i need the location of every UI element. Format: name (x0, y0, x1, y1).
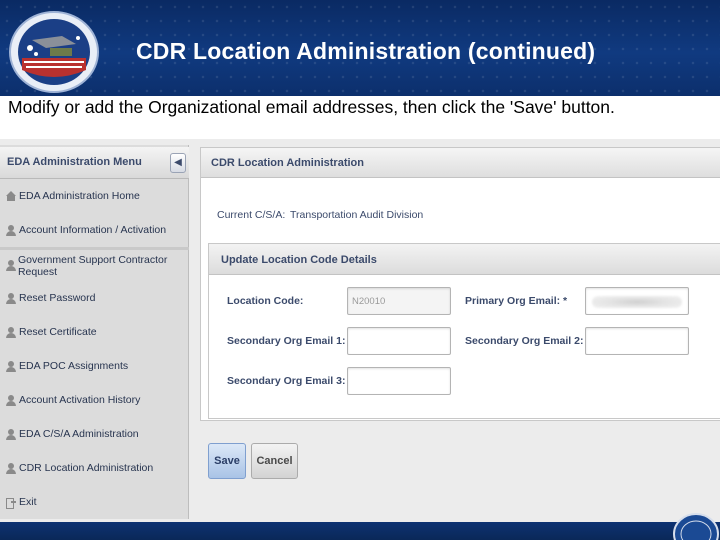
sidebar-item-label: Reset Password (19, 292, 96, 304)
location-code-label: Location Code: (227, 295, 304, 307)
user-icon (6, 326, 16, 338)
secondary-org-email-2-label: Secondary Org Email 2: (465, 335, 584, 347)
sidebar-item-eda-csa-administration[interactable]: EDA C/S/A Administration (0, 419, 189, 449)
user-icon (6, 462, 16, 474)
user-icon (6, 224, 16, 236)
sidebar-header: EDA Administration Menu ◀ (0, 147, 189, 179)
sidebar-item-label: CDR Location Administration (19, 462, 154, 474)
secondary-org-email-3-field[interactable] (347, 367, 451, 395)
slide-footer (0, 522, 720, 540)
user-icon (6, 360, 16, 372)
sidebar-item-label: EDA C/S/A Administration (19, 428, 139, 440)
application-screenshot: EDA Administration Menu ◀ EDA Administra… (0, 139, 720, 523)
current-csa-value: Transportation Audit Division (290, 209, 424, 221)
sidebar-item-eda-administration-home[interactable]: EDA Administration Home (0, 181, 189, 211)
location-code-field[interactable] (347, 287, 451, 315)
user-icon (6, 394, 16, 406)
cancel-button[interactable]: Cancel (251, 443, 298, 479)
panel-header: CDR Location Administration (201, 148, 720, 178)
sidebar-item-reset-password[interactable]: Reset Password (0, 283, 189, 313)
details-header: Update Location Code Details (209, 244, 720, 275)
sidebar-item-reset-certificate[interactable]: Reset Certificate (0, 317, 189, 347)
user-icon (6, 292, 16, 304)
sidebar-item-label: EDA Administration Home (19, 190, 140, 202)
sidebar-item-account-activation-history[interactable]: Account Activation History (0, 385, 189, 415)
cdr-location-administration-panel: CDR Location Administration Current C/S/… (200, 147, 720, 421)
update-location-code-details-panel: Update Location Code Details Location Co… (208, 243, 720, 419)
slide-header: CDR Location Administration (continued) (0, 0, 720, 96)
sidebar-item-label: Account Information / Activation (19, 224, 167, 236)
secondary-org-email-1-field[interactable] (347, 327, 451, 355)
sidebar-item-exit[interactable]: Exit (0, 487, 189, 517)
sidebar-item-label: EDA POC Assignments (19, 360, 129, 372)
sidebar-item-eda-poc-assignments[interactable]: EDA POC Assignments (0, 351, 189, 381)
slide-instruction: Modify or add the Organizational email a… (8, 97, 615, 117)
user-icon (6, 428, 16, 440)
sidebar-item-label: Account Activation History (19, 394, 141, 406)
sidebar-item-cdr-location-administration[interactable]: CDR Location Administration (0, 453, 189, 483)
sidebar-item-government-support-contractor-request[interactable]: Government Support Contractor Request (0, 247, 189, 281)
current-csa-label: Current C/S/A: (217, 209, 286, 221)
user-icon (6, 260, 16, 271)
sidebar-menu: EDA Administration Menu ◀ EDA Administra… (0, 145, 189, 519)
secondary-org-email-3-label: Secondary Org Email 3: (227, 375, 346, 387)
secondary-org-email-2-field[interactable] (585, 327, 689, 355)
sidebar-title: EDA Administration Menu (7, 156, 142, 168)
sidebar-item-account-information[interactable]: Account Information / Activation (0, 215, 189, 245)
sidebar-item-label: Exit (19, 496, 37, 508)
sidebar-item-label: Government Support Contractor Request (17, 253, 168, 278)
footer-seal-icon (673, 513, 719, 540)
chevron-left-icon[interactable]: ◀ (170, 153, 186, 173)
redacted-email (592, 296, 682, 308)
home-icon (6, 190, 16, 202)
slide-title: CDR Location Administration (continued) (136, 38, 596, 64)
sidebar-item-label: Reset Certificate (19, 326, 97, 338)
primary-org-email-label: Primary Org Email: * (465, 295, 568, 307)
panel-title: CDR Location Administration (211, 157, 364, 169)
details-title: Update Location Code Details (221, 254, 377, 266)
seal-logo-icon (9, 11, 99, 93)
save-button[interactable]: Save (208, 443, 246, 479)
primary-org-email-field[interactable] (585, 287, 689, 315)
exit-icon (6, 497, 16, 509)
secondary-org-email-1-label: Secondary Org Email 1: (227, 335, 346, 347)
